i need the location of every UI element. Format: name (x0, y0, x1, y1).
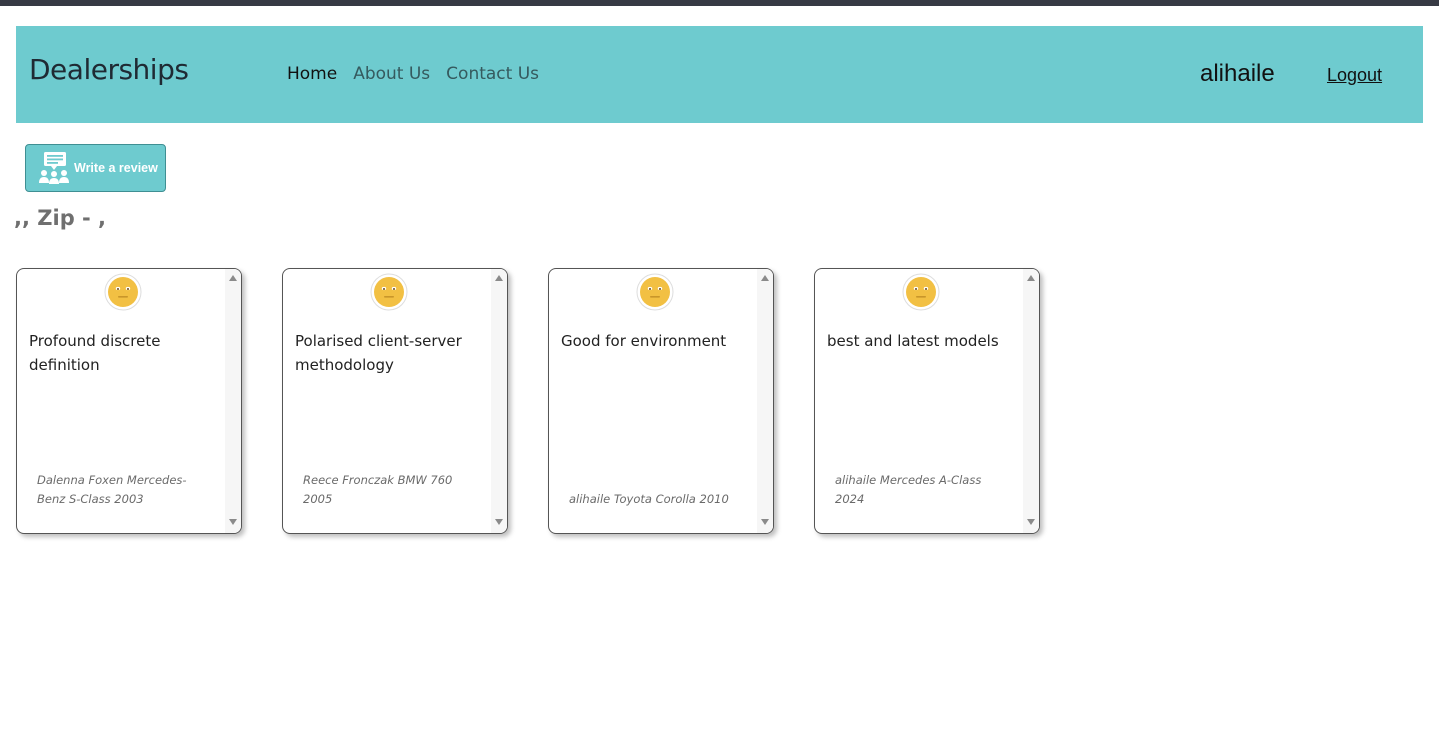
neutral-face-icon (902, 273, 940, 311)
scroll-up-arrow-icon[interactable] (495, 275, 503, 281)
scroll-up-arrow-icon[interactable] (761, 275, 769, 281)
username-label: alihaile (1200, 60, 1275, 87)
review-text: best and latest models (827, 332, 999, 350)
review-text: Polarised client-server methodology (295, 332, 462, 374)
scroll-down-arrow-icon[interactable] (761, 519, 769, 525)
neutral-face-icon (636, 273, 674, 311)
card-scrollbar[interactable] (491, 269, 507, 533)
dealer-address: ,, Zip - , (14, 206, 107, 230)
review-text: Profound discrete definition (29, 332, 161, 374)
reviewer-info: Dalenna Foxen Mercedes-Benz S-Class 2003 (37, 473, 187, 506)
review-card[interactable]: best and latest models alihaile Mercedes… (814, 268, 1040, 534)
review-card[interactable]: Profound discrete definition Dalenna Fox… (16, 268, 242, 534)
scroll-up-arrow-icon[interactable] (229, 275, 237, 281)
write-review-label: Write a review (74, 161, 158, 175)
neutral-face-icon (104, 273, 142, 311)
card-scrollbar[interactable] (1023, 269, 1039, 533)
reviewer-info: alihaile Toyota Corolla 2010 (569, 492, 729, 506)
review-card[interactable]: Good for environment alihaile Toyota Cor… (548, 268, 774, 534)
review-card[interactable]: Polarised client-server methodology Reec… (282, 268, 508, 534)
navbar: Dealerships Home About Us Contact Us ali… (16, 26, 1423, 123)
write-review-button[interactable]: Write a review (25, 144, 166, 192)
nav-home-link[interactable]: Home (287, 64, 337, 84)
reviewer-info: alihaile Mercedes A-Class 2024 (835, 473, 982, 506)
scroll-down-arrow-icon[interactable] (495, 519, 503, 525)
scroll-down-arrow-icon[interactable] (1027, 519, 1035, 525)
people-chat-icon (39, 152, 69, 184)
browser-top-strip (0, 0, 1439, 6)
brand-title[interactable]: Dealerships (29, 53, 189, 86)
logout-link[interactable]: Logout (1327, 65, 1382, 86)
neutral-face-icon (370, 273, 408, 311)
review-text: Good for environment (561, 332, 727, 350)
reviewer-info: Reece Fronczak BMW 760 2005 (303, 473, 453, 506)
nav-contact-link[interactable]: Contact Us (446, 64, 539, 84)
scroll-up-arrow-icon[interactable] (1027, 275, 1035, 281)
card-scrollbar[interactable] (225, 269, 241, 533)
nav-links: Home About Us Contact Us (287, 64, 555, 84)
scroll-down-arrow-icon[interactable] (229, 519, 237, 525)
card-scrollbar[interactable] (757, 269, 773, 533)
nav-about-link[interactable]: About Us (353, 64, 430, 84)
